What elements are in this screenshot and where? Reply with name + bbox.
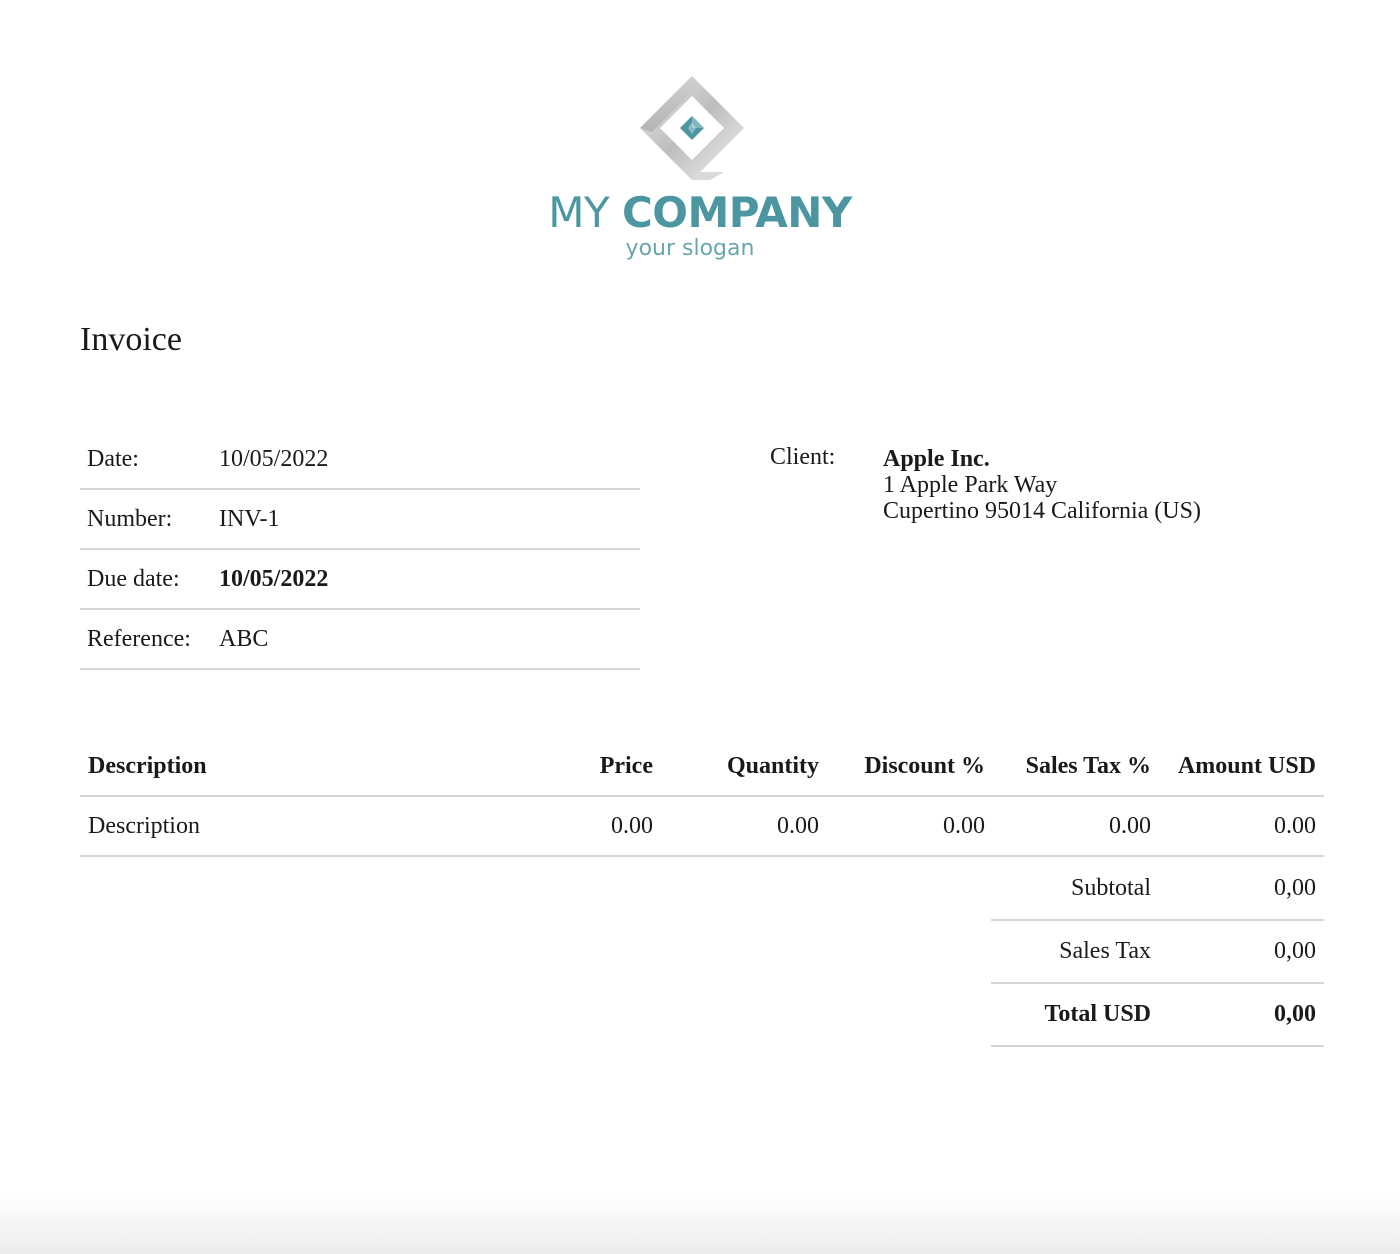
total-label: Total USD xyxy=(991,983,1159,1047)
date-label: Date: xyxy=(80,430,212,490)
diamond-logo-icon xyxy=(638,72,750,184)
table-row: Description 0.00 0.00 0.00 0.00 0.00 xyxy=(80,796,1324,857)
line-items-table: Description Price Quantity Discount % Sa… xyxy=(80,737,1324,857)
total-row: Total USD 0,00 xyxy=(991,983,1324,1047)
reference-value: ABC xyxy=(212,609,640,670)
document-title: Invoice xyxy=(80,321,182,358)
due-date-value: 10/05/2022 xyxy=(212,549,640,610)
header-price: Price xyxy=(500,737,661,797)
header-quantity: Quantity xyxy=(661,737,827,797)
page-bottom-shadow xyxy=(0,1194,1400,1254)
header-discount: Discount % xyxy=(827,737,993,797)
meta-row-reference: Reference: ABC xyxy=(80,609,640,670)
date-value: 10/05/2022 xyxy=(212,430,640,490)
sales-tax-value: 0,00 xyxy=(1159,920,1324,984)
subtotal-row: Subtotal 0,00 xyxy=(991,858,1324,921)
sales-tax-row: Sales Tax 0,00 xyxy=(991,920,1324,984)
reference-label: Reference: xyxy=(80,609,212,670)
subtotal-value: 0,00 xyxy=(1159,858,1324,921)
header-sales-tax: Sales Tax % xyxy=(993,737,1159,797)
company-slogan: your slogan xyxy=(625,236,755,261)
invoice-meta-table: Date: 10/05/2022 Number: INV-1 Due date:… xyxy=(80,430,640,670)
company-name-bold: COMPANY xyxy=(621,188,852,237)
company-logo: MY COMPANY your slogan xyxy=(530,72,870,272)
due-date-label: Due date: xyxy=(80,549,212,610)
item-price: 0.00 xyxy=(500,796,661,857)
item-sales-tax: 0.00 xyxy=(993,796,1159,857)
line-items-header: Description Price Quantity Discount % Sa… xyxy=(80,737,1324,797)
company-name: MY COMPANY xyxy=(530,192,870,234)
client-details: Apple Inc. 1 Apple Park Way Cupertino 95… xyxy=(883,446,1201,524)
subtotal-label: Subtotal xyxy=(991,858,1159,921)
totals-table: Subtotal 0,00 Sales Tax 0,00 Total USD 0… xyxy=(991,858,1324,1047)
header-description: Description xyxy=(80,737,500,797)
total-value: 0,00 xyxy=(1159,983,1324,1047)
number-value: INV-1 xyxy=(212,489,640,550)
client-address-line2: Cupertino 95014 California (US) xyxy=(883,498,1201,524)
client-label: Client: xyxy=(770,444,836,470)
client-address-line1: 1 Apple Park Way xyxy=(883,472,1058,498)
item-amount: 0.00 xyxy=(1159,796,1324,857)
meta-row-date: Date: 10/05/2022 xyxy=(80,430,640,490)
company-name-light: MY xyxy=(548,188,610,237)
item-quantity: 0.00 xyxy=(661,796,827,857)
header-amount: Amount USD xyxy=(1159,737,1324,797)
item-discount: 0.00 xyxy=(827,796,993,857)
client-name: Apple Inc. xyxy=(883,446,990,472)
number-label: Number: xyxy=(80,489,212,550)
meta-row-number: Number: INV-1 xyxy=(80,489,640,550)
sales-tax-label: Sales Tax xyxy=(991,920,1159,984)
meta-row-due-date: Due date: 10/05/2022 xyxy=(80,549,640,610)
item-description: Description xyxy=(80,796,500,857)
